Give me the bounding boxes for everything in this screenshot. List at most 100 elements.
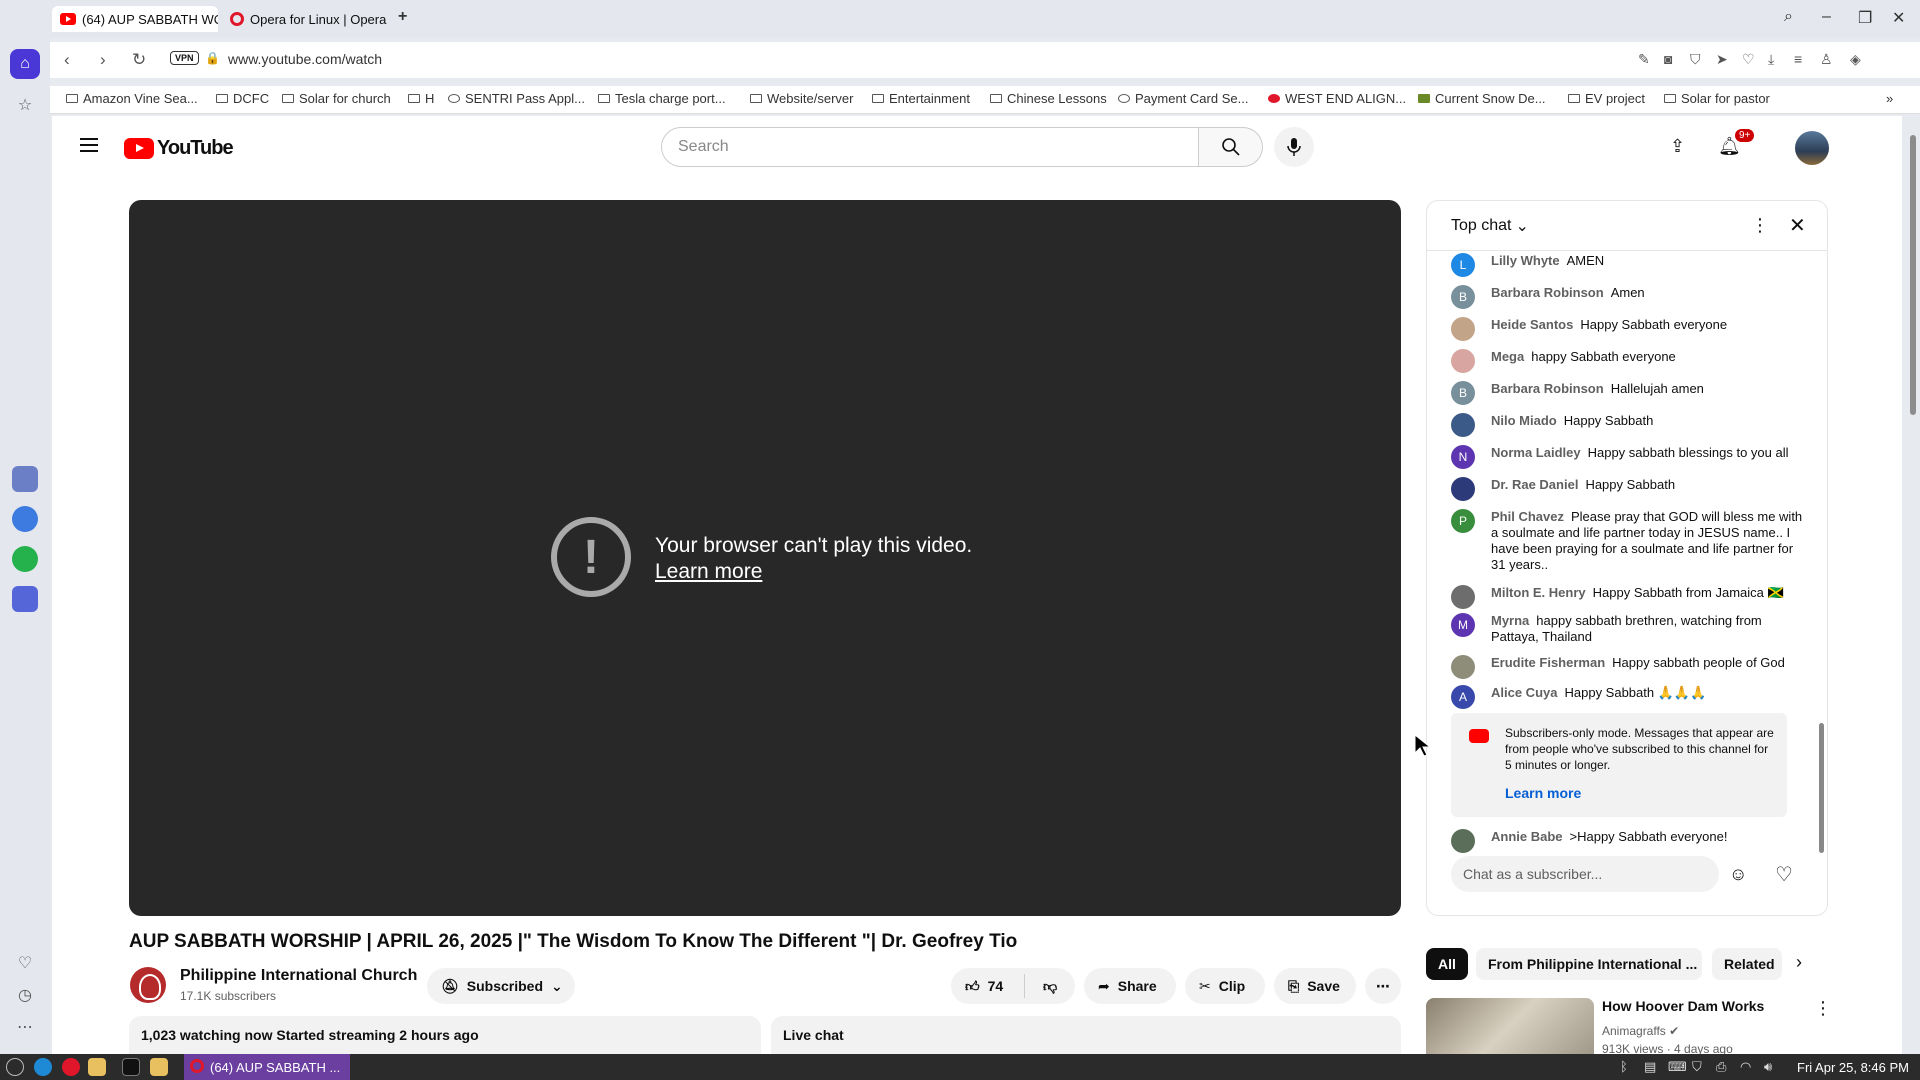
chat-message[interactable]: Nilo Miado Happy Sabbath	[1451, 413, 1811, 437]
history-icon[interactable]: ◷	[10, 980, 40, 1010]
folder-icon[interactable]	[150, 1058, 168, 1076]
opera-browser-icon[interactable]	[62, 1058, 80, 1076]
youtube-logo[interactable]: YouTube	[124, 137, 234, 160]
chat-author-name[interactable]: Nilo Miado	[1491, 413, 1557, 428]
chat-author-avatar[interactable]	[1451, 585, 1475, 609]
chat-message[interactable]: Annie Babe >Happy Sabbath everyone!	[1451, 829, 1811, 853]
vpn-badge[interactable]: VPN	[170, 51, 199, 65]
chat-author-avatar[interactable]: P	[1451, 509, 1475, 533]
clipboard-icon[interactable]: ▤	[1644, 1059, 1656, 1075]
camera-icon[interactable]: ◙	[1664, 51, 1672, 67]
bookmark-item[interactable]: Payment Card Se...	[1118, 91, 1248, 106]
reload-icon[interactable]: ↻	[132, 50, 146, 70]
chat-author-name[interactable]: Mega	[1491, 349, 1524, 364]
bookmark-item[interactable]: Solar for church	[282, 91, 391, 106]
chat-author-avatar[interactable]	[1451, 829, 1475, 853]
start-menu-icon[interactable]	[6, 1058, 24, 1076]
bookmarks-overflow-icon[interactable]: »	[1886, 91, 1893, 106]
chip-all[interactable]: All	[1426, 948, 1468, 980]
back-icon[interactable]: ‹	[64, 50, 70, 70]
chat-author-avatar[interactable]: N	[1451, 445, 1475, 469]
search-button[interactable]	[1199, 127, 1263, 167]
music-player-icon[interactable]	[12, 586, 38, 612]
chat-message[interactable]: L Lilly Whyte AMEN	[1451, 253, 1811, 277]
bookmark-item[interactable]: WEST END ALIGN...	[1268, 91, 1406, 106]
channel-avatar[interactable]	[130, 967, 166, 1003]
recommendation-thumbnail[interactable]	[1426, 998, 1594, 1054]
chat-author-name[interactable]: Phil Chavez	[1491, 509, 1564, 524]
chat-author-name[interactable]: Norma Laidley	[1491, 445, 1581, 460]
chat-message[interactable]: Heide Santos Happy Sabbath everyone	[1451, 317, 1811, 341]
more-icon[interactable]: ⋯	[10, 1012, 40, 1042]
chat-author-avatar[interactable]: M	[1451, 613, 1475, 637]
new-tab-icon[interactable]: +	[398, 8, 407, 26]
like-button[interactable]: 👍︎ 74	[951, 974, 1025, 998]
more-vert-icon[interactable]: ⋮	[1814, 998, 1832, 1019]
edit-icon[interactable]: ✎	[1638, 51, 1650, 68]
channel-name[interactable]: Philippine International Church	[180, 967, 417, 985]
bookmark-item[interactable]: Tesla charge port...	[598, 91, 726, 106]
chat-author-name[interactable]: Alice Cuya	[1491, 685, 1557, 700]
bookmark-item[interactable]: Amazon Vine Sea...	[66, 91, 198, 106]
forward-icon[interactable]: ›	[100, 50, 106, 70]
top-chat-dropdown[interactable]: Top chat ⌄	[1451, 216, 1529, 236]
page-scrollbar[interactable]	[1910, 135, 1916, 415]
player-learn-more-link[interactable]: Learn more	[655, 560, 762, 584]
chat-author-avatar[interactable]	[1451, 655, 1475, 679]
shield-tray-icon[interactable]: ⛉	[1692, 1059, 1702, 1075]
minimize-icon[interactable]: –	[1822, 8, 1831, 26]
download-icon[interactable]: ⤓	[1768, 51, 1774, 68]
chat-message[interactable]: N Norma Laidley Happy sabbath blessings to…	[1451, 445, 1811, 469]
chat-author-name[interactable]: Barbara Robinson	[1491, 285, 1604, 300]
search-tabs-icon[interactable]: ⌕	[1784, 8, 1793, 26]
chat-input[interactable]: Chat as a subscriber...	[1451, 856, 1719, 892]
clock[interactable]: Fri Apr 25, 8:46 PM	[1797, 1060, 1909, 1075]
more-actions-icon[interactable]: ⋯	[1365, 968, 1401, 1004]
notice-learn-more-link[interactable]: Learn more	[1505, 785, 1581, 801]
tab-opera[interactable]: Opera for Linux | Opera	[222, 6, 388, 32]
search-input[interactable]: Search	[661, 127, 1199, 167]
live-chat-replay-label[interactable]: Live chat	[771, 1016, 1401, 1054]
more-vert-icon[interactable]: ⋮	[1751, 215, 1769, 236]
close-chat-icon[interactable]: ✕	[1789, 213, 1806, 238]
chat-message[interactable]: Mega happy Sabbath everyone	[1451, 349, 1811, 373]
chat-author-name[interactable]: Dr. Rae Daniel	[1491, 477, 1578, 492]
share-button[interactable]: ➦ Share	[1084, 968, 1176, 1004]
upload-icon[interactable]: ⇪	[1670, 136, 1685, 157]
bookmark-item[interactable]: H	[408, 91, 434, 106]
chat-author-name[interactable]: Lilly Whyte	[1491, 253, 1560, 268]
bookmark-item[interactable]: DCFC	[216, 91, 269, 106]
home-icon[interactable]: ⌂	[10, 49, 40, 79]
chat-message[interactable]: Milton E. Henry Happy Sabbath from Jamaic…	[1451, 585, 1811, 609]
keyboard-icon[interactable]: ⌨	[1668, 1059, 1687, 1075]
subscribed-button[interactable]: 🔕︎ Subscribed ⌄	[427, 968, 575, 1004]
video-player[interactable]: ! Your browser can't play this video. Le…	[129, 200, 1401, 916]
edge-browser-icon[interactable]	[34, 1058, 52, 1076]
chat-message[interactable]: Erudite Fisherman Happy sabbath people of…	[1451, 655, 1811, 679]
tab-youtube[interactable]: (64) AUP SABBATH WO	[52, 6, 218, 32]
chat-author-avatar[interactable]	[1451, 413, 1475, 437]
profile-icon[interactable]: ♙	[1820, 51, 1833, 68]
chat-message[interactable]: Dr. Rae Daniel Happy Sabbath	[1451, 477, 1811, 501]
chat-author-name[interactable]: Myrna	[1491, 613, 1529, 628]
shield-icon[interactable]: ⛉	[1690, 51, 1701, 68]
wifi-icon[interactable]: ◠	[1740, 1059, 1751, 1075]
volume-icon[interactable]: 🔊︎	[1764, 1059, 1772, 1075]
chat-author-avatar[interactable]: L	[1451, 253, 1475, 277]
chat-author-name[interactable]: Barbara Robinson	[1491, 381, 1604, 396]
bookmark-item[interactable]: Website/server	[750, 91, 853, 106]
chat-author-avatar[interactable]	[1451, 477, 1475, 501]
recommendation-title[interactable]: How Hoover Dam Works	[1602, 998, 1764, 1014]
chat-author-avatar[interactable]	[1451, 317, 1475, 341]
taskbar-window-opera[interactable]: (64) AUP SABBATH ...	[184, 1054, 350, 1080]
save-button[interactable]: ⎘ Save	[1274, 968, 1356, 1004]
bookmark-item[interactable]: SENTRI Pass Appl...	[448, 91, 585, 106]
terminal-icon[interactable]	[122, 1058, 140, 1076]
bookmark-item[interactable]: Chinese Lessons	[990, 91, 1107, 106]
clip-button[interactable]: ✂ Clip	[1185, 968, 1265, 1004]
emoji-icon[interactable]: ☺	[1729, 864, 1747, 885]
chat-author-avatar[interactable]: A	[1451, 685, 1475, 709]
url-field[interactable]: www.youtube.com/watch	[228, 51, 382, 67]
chat-message[interactable]: P Phil Chavez Please pray that GOD will bl…	[1451, 509, 1811, 573]
easy-setup-icon[interactable]: ≡	[1794, 51, 1802, 67]
